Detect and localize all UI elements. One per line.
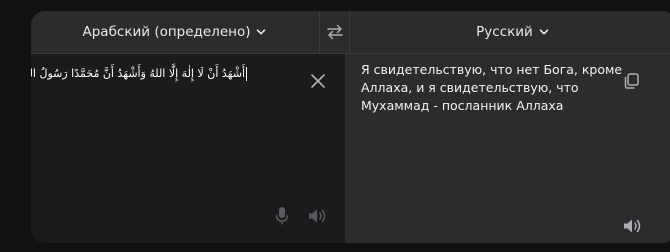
language-bar: Арабский (определено) Русский [31, 11, 670, 54]
speaker-icon [623, 218, 643, 234]
source-text-input[interactable]: أَشْهَدُ أَنْ لَا إِلٰهَ إِلَّا اللهُ وَ… [31, 66, 247, 82]
swap-arrows-icon [326, 24, 344, 40]
copy-translation-button[interactable] [621, 71, 641, 91]
clear-button[interactable] [308, 71, 328, 91]
target-language-selector[interactable]: Русский [350, 11, 670, 53]
translation-pane: Я свидетельствую, что нет Бога, кроме Ал… [345, 54, 670, 243]
translated-text: Я свидетельствую, что нет Бога, кроме Ал… [361, 62, 623, 113]
translator-card: Арабский (определено) Русский أَشْهَدُ أ… [31, 11, 670, 243]
copy-icon [622, 72, 640, 90]
microphone-icon [275, 206, 289, 226]
swap-languages-button[interactable] [319, 11, 350, 53]
source-text: أَشْهَدُ أَنْ لَا إِلٰهَ إِلَّا اللهُ وَ… [31, 67, 245, 80]
source-language-label: Арабский (определено) [82, 24, 251, 40]
text-cursor [246, 67, 247, 81]
speaker-icon [308, 208, 328, 224]
source-pane: أَشْهَدُ أَنْ لَا إِلٰهَ إِلَّا اللهُ وَ… [31, 54, 345, 243]
chevron-down-icon [538, 26, 550, 38]
source-language-selector[interactable]: Арабский (определено) [31, 11, 319, 53]
chevron-down-icon [255, 26, 267, 38]
listen-translation-button[interactable] [622, 217, 644, 235]
voice-input-button[interactable] [272, 205, 292, 227]
listen-source-button[interactable] [307, 207, 329, 225]
target-language-label: Русский [476, 24, 533, 40]
close-icon [310, 73, 326, 89]
